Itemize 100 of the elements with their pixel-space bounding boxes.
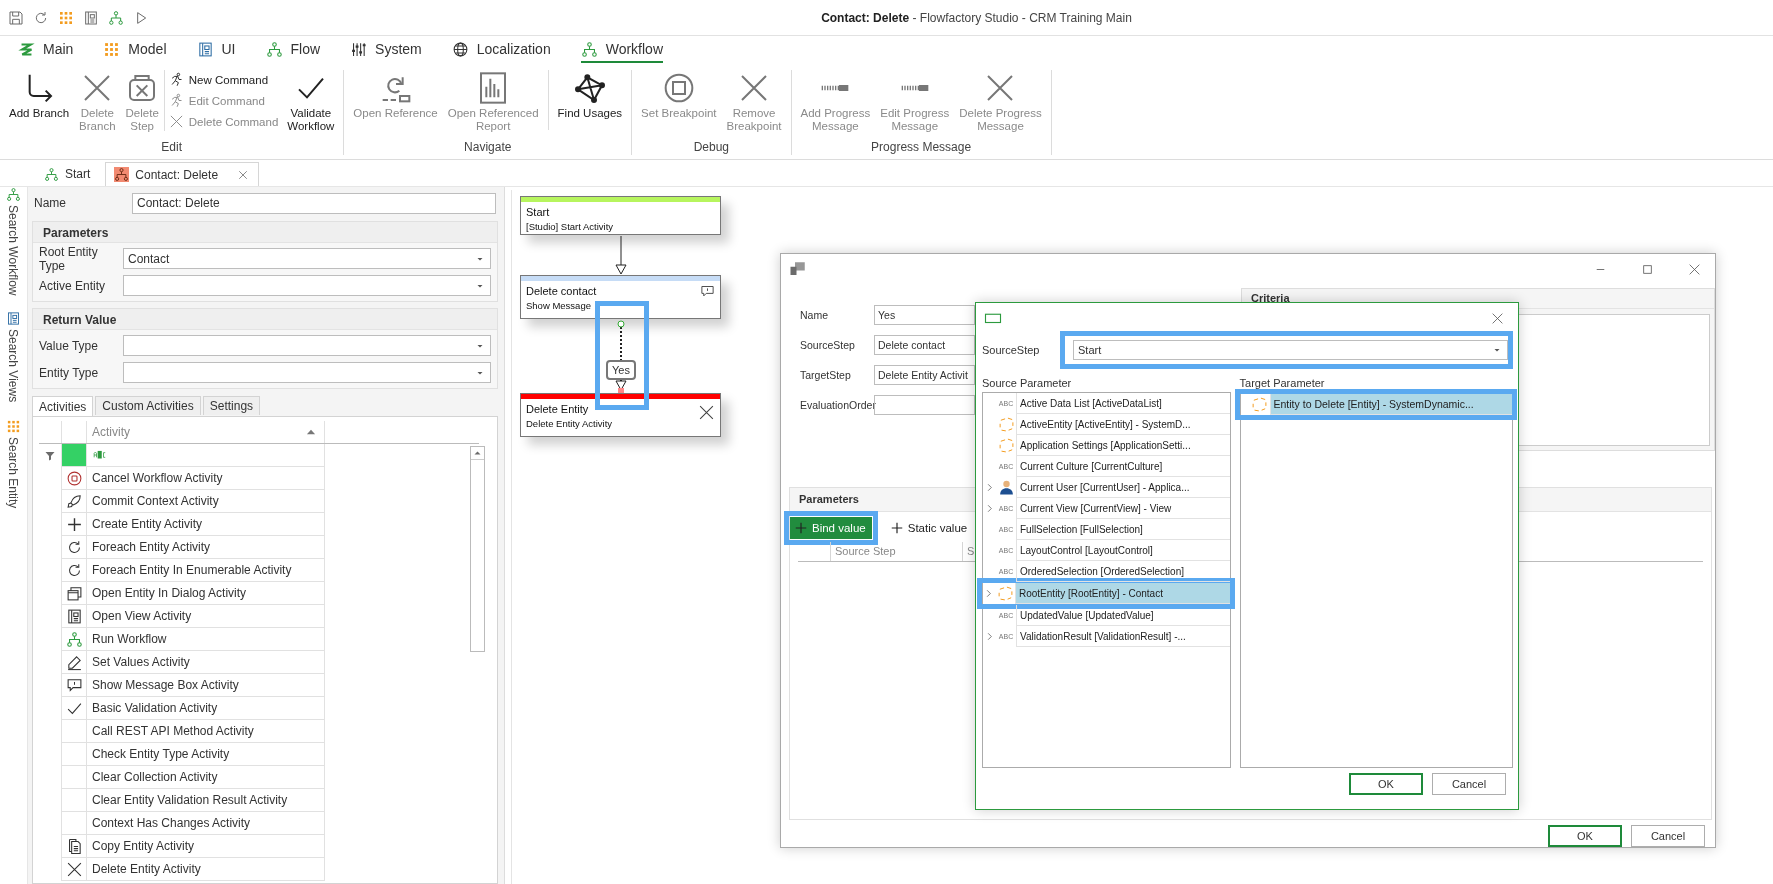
- input-field[interactable]: [874, 395, 975, 415]
- grid-icon: [5, 418, 21, 434]
- connector-arrow[interactable]: [614, 320, 628, 393]
- grid-icon: [103, 40, 121, 58]
- dialog-button[interactable]: Cancel: [1631, 825, 1705, 847]
- field-label: Name: [34, 196, 67, 210]
- refresh-icon[interactable]: [33, 9, 49, 26]
- menu-tab[interactable]: Workflow: [580, 37, 663, 63]
- ribbon-button[interactable]: Validate Workflow: [282, 70, 340, 135]
- field-label: Active Entity: [39, 278, 107, 293]
- tab[interactable]: Settings: [202, 396, 261, 415]
- network-icon: [573, 72, 606, 104]
- node-subtitle: [Studio] Start Activity: [526, 220, 614, 233]
- dialog-button[interactable]: Cancel: [1432, 773, 1506, 795]
- group-label: Edit: [160, 139, 183, 154]
- activity-node[interactable]: Delete Entity Delete Entity Activity: [520, 393, 721, 437]
- globe-icon: [451, 40, 469, 58]
- scrollbar[interactable]: [470, 446, 485, 652]
- close-icon[interactable]: [1491, 311, 1504, 325]
- tab[interactable]: Custom Activities: [95, 396, 201, 415]
- input-field[interactable]: Delete contact: [874, 335, 975, 355]
- sliders-icon: [350, 40, 368, 58]
- sidebar-tab[interactable]: Search Views: [0, 311, 26, 403]
- stop-circle-icon: [65, 469, 83, 487]
- column-header[interactable]: Source Step: [830, 541, 962, 561]
- input-field[interactable]: Yes: [874, 305, 975, 325]
- person-icon: [997, 479, 1015, 496]
- menu-tab[interactable]: Main: [18, 37, 74, 63]
- rocket-icon: [65, 492, 83, 510]
- node-title: Delete Entity: [526, 402, 590, 417]
- action-button[interactable]: Bind value: [790, 516, 872, 539]
- dialog-button[interactable]: OK: [1349, 773, 1423, 795]
- cross-icon: [698, 404, 715, 421]
- form-icon: [196, 40, 214, 58]
- dropdown[interactable]: Contact: [123, 248, 491, 269]
- plus-icon: [794, 520, 808, 535]
- dropdown[interactable]: Start: [1073, 340, 1508, 360]
- flow-icon: [65, 630, 83, 648]
- grid-icon[interactable]: [58, 9, 74, 26]
- connector-arrow[interactable]: [614, 236, 628, 275]
- menu-tab[interactable]: System: [350, 37, 422, 63]
- list-title: Source Parameter: [982, 377, 1073, 391]
- column-header[interactable]: Activity: [86, 421, 325, 443]
- sidebar-tab[interactable]: Search Workflow: [0, 187, 26, 296]
- flow-icon: [265, 40, 283, 58]
- speech-bubble-icon: [700, 284, 715, 299]
- dialog-button[interactable]: OK: [1548, 825, 1622, 847]
- activity-node[interactable]: Delete contact Show Message: [520, 275, 721, 319]
- group-label: Navigate: [463, 139, 513, 154]
- group-label: Debug: [692, 139, 730, 154]
- menu-tab[interactable]: UI: [196, 37, 236, 63]
- text-filter-icon: [92, 448, 108, 462]
- menu-tab[interactable]: Model: [103, 37, 167, 63]
- sidebar-tab[interactable]: Search Entity: [0, 418, 26, 508]
- group-title: Parameters: [33, 222, 497, 243]
- activity-node[interactable]: Start [Studio] Start Activity: [520, 196, 721, 235]
- field-label: Name: [800, 309, 829, 321]
- menu-tab[interactable]: Flow: [265, 37, 321, 63]
- field-label: SourceStep: [982, 344, 1041, 356]
- dropdown[interactable]: [123, 335, 491, 356]
- windows-icon: [65, 584, 83, 602]
- dropdown[interactable]: [123, 362, 491, 383]
- input-field[interactable]: Contact: Delete: [132, 192, 496, 214]
- flow-icon[interactable]: [108, 9, 124, 26]
- list-item[interactable]: ActiveEntity [ActiveEntity] - SystemD...: [983, 414, 1230, 435]
- window-title: Contact: Delete - Flowfactory Studio - CRM Training Main: [820, 10, 1133, 25]
- save-icon[interactable]: [8, 9, 24, 26]
- close-icon[interactable]: [238, 169, 249, 180]
- close-icon[interactable]: [1688, 262, 1701, 276]
- ribbon-button[interactable]: Find Usages: [552, 70, 628, 122]
- document-tab[interactable]: Contact: Delete: [105, 162, 260, 186]
- menu-tab[interactable]: Localization: [451, 37, 551, 63]
- group-title: Return Value: [33, 309, 497, 330]
- plus-icon: [65, 515, 83, 533]
- form-icon[interactable]: [83, 9, 99, 26]
- field-label: Entity Type: [39, 365, 100, 380]
- field-label: Value Type: [39, 338, 99, 353]
- flow-icon: [580, 40, 598, 58]
- dropdown[interactable]: [123, 275, 491, 296]
- cross-icon: [168, 114, 184, 129]
- form-icon: [65, 607, 83, 625]
- field-label: SourceStep: [800, 339, 856, 351]
- action-button[interactable]: Static value: [885, 516, 974, 539]
- plus-icon: [889, 520, 904, 535]
- list-item[interactable]: Application Settings [ApplicationSetti...: [983, 435, 1230, 456]
- pencil-icon: [65, 653, 83, 671]
- form-icon: [5, 311, 21, 327]
- maximize-icon[interactable]: [1641, 262, 1654, 276]
- node-subtitle: Show Message: [526, 299, 592, 312]
- tab[interactable]: Activities: [32, 396, 94, 417]
- input-field[interactable]: Delete Entity Activit: [874, 365, 975, 385]
- node-title: Delete contact: [526, 284, 597, 299]
- app-icon: [789, 260, 807, 278]
- speech-bubble-icon: [65, 676, 83, 694]
- ribbon-button[interactable]: Add Branch: [4, 70, 75, 122]
- cross-icon: [65, 860, 83, 878]
- node-subtitle: Delete Entity Activity: [526, 417, 613, 430]
- column-header[interactable]: S: [962, 541, 975, 561]
- ribbon-button[interactable]: New Command: [168, 71, 279, 88]
- document-tab[interactable]: Start: [36, 162, 101, 186]
